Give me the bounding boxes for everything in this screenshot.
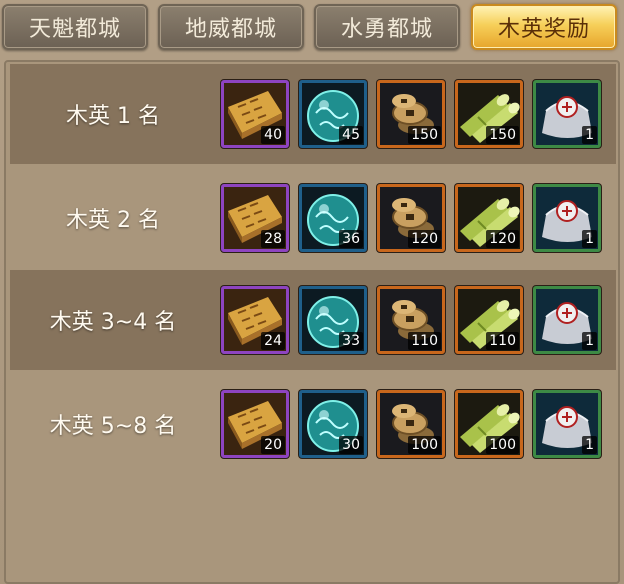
tab-tiankui-city[interactable]: 天魁都城 <box>2 4 148 50</box>
item-count: 1 <box>582 230 597 248</box>
item-count: 1 <box>582 126 597 144</box>
item-count: 24 <box>261 332 285 350</box>
item-slot[interactable]: 1 <box>533 184 601 252</box>
item-slot[interactable]: 1 <box>533 286 601 354</box>
item-slot[interactable]: 1 <box>533 80 601 148</box>
item-count: 30 <box>339 436 363 454</box>
item-count: 150 <box>486 126 519 144</box>
item-count: 100 <box>408 436 441 454</box>
reward-row: 木英 2 名 28 36 120 120 1 <box>10 168 616 268</box>
item-slot[interactable]: 110 <box>455 286 523 354</box>
reward-window: 天魁都城 地威都城 水勇都城 木英奖励 木英 1 名 40 45 150 150 <box>0 0 624 584</box>
reward-row: 木英 5~8 名 20 30 100 100 1 <box>10 374 616 474</box>
item-count: 110 <box>486 332 519 350</box>
item-slot[interactable]: 150 <box>455 80 523 148</box>
item-slot[interactable]: 20 <box>221 390 289 458</box>
item-slot[interactable]: 45 <box>299 80 367 148</box>
item-slot[interactable]: 40 <box>221 80 289 148</box>
reward-list-panel: 木英 1 名 40 45 150 150 1 木英 2 名 28 36 120 … <box>4 60 620 584</box>
tab-diwei-city[interactable]: 地威都城 <box>158 4 304 50</box>
rank-label: 木英 1 名 <box>66 104 160 129</box>
item-slot[interactable]: 1 <box>533 390 601 458</box>
item-slot[interactable]: 100 <box>455 390 523 458</box>
tab-shuiyong-city[interactable]: 水勇都城 <box>314 4 460 50</box>
item-count: 1 <box>582 436 597 454</box>
item-count: 33 <box>339 332 363 350</box>
rank-label: 木英 5~8 名 <box>49 414 177 439</box>
item-count: 36 <box>339 230 363 248</box>
item-count: 150 <box>408 126 441 144</box>
item-slot[interactable]: 33 <box>299 286 367 354</box>
tab-bar: 天魁都城 地威都城 水勇都城 木英奖励 <box>0 0 624 58</box>
reward-row: 木英 3~4 名 24 33 110 110 1 <box>10 270 616 370</box>
item-slot[interactable]: 150 <box>377 80 445 148</box>
item-count: 28 <box>261 230 285 248</box>
item-slot[interactable]: 120 <box>455 184 523 252</box>
item-slot[interactable]: 120 <box>377 184 445 252</box>
item-count: 1 <box>582 332 597 350</box>
rank-label: 木英 2 名 <box>66 208 160 233</box>
item-count: 120 <box>486 230 519 248</box>
item-count: 40 <box>261 126 285 144</box>
item-count: 45 <box>339 126 363 144</box>
item-slot[interactable]: 24 <box>221 286 289 354</box>
item-count: 120 <box>408 230 441 248</box>
item-count: 110 <box>408 332 441 350</box>
item-slot[interactable]: 36 <box>299 184 367 252</box>
tab-muying-reward[interactable]: 木英奖励 <box>471 4 617 50</box>
item-slot[interactable]: 30 <box>299 390 367 458</box>
item-slot[interactable]: 100 <box>377 390 445 458</box>
item-slot[interactable]: 110 <box>377 286 445 354</box>
item-slot[interactable]: 28 <box>221 184 289 252</box>
rank-label: 木英 3~4 名 <box>49 310 177 335</box>
reward-row: 木英 1 名 40 45 150 150 1 <box>10 64 616 164</box>
item-count: 100 <box>486 436 519 454</box>
item-count: 20 <box>261 436 285 454</box>
